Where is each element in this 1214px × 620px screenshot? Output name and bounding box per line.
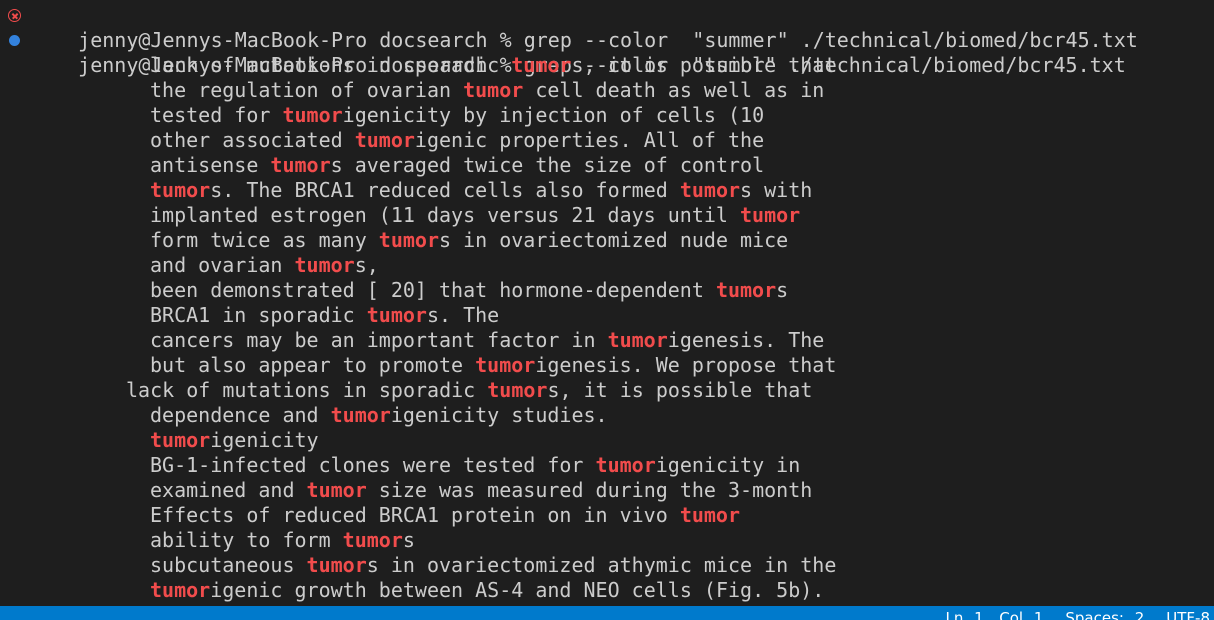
output-line: tumorigenic growth between AS-4 and NEO …: [0, 578, 1214, 603]
match-highlight: tumor: [342, 528, 403, 552]
output-line: lack of mutations in sporadic tumors, it…: [0, 53, 1214, 78]
output-text: BG-1-infected clones were tested for: [150, 453, 596, 477]
output-text: s with: [740, 178, 813, 202]
match-highlight: tumor: [511, 53, 572, 77]
output-line: BRCA1 in sporadic tumors. The: [0, 303, 1214, 328]
output-text: form twice as many: [150, 228, 379, 252]
output-line: form twice as many tumors in ovariectomi…: [0, 228, 1214, 253]
match-highlight: tumor: [294, 253, 355, 277]
match-highlight: tumor: [282, 103, 343, 127]
match-highlight: tumor: [715, 278, 777, 302]
output-line: implanted estrogen (11 days versus 21 da…: [0, 203, 1214, 228]
cursor-position[interactable]: Ln 1, Col 1: [946, 609, 1044, 620]
output-text: Effects of reduced BRCA1 protein on in v…: [150, 503, 680, 527]
output-line: Effects of reduced BRCA1 protein on in v…: [0, 503, 1214, 528]
output-line: tested for tumorigenicity by injection o…: [0, 103, 1214, 128]
output-text: other associated: [150, 128, 355, 152]
output-text: s. The: [426, 303, 500, 327]
output-text: igenesis. We propose that: [535, 353, 837, 377]
output-text: s averaged twice the size of control: [330, 153, 765, 177]
match-highlight: tumor: [679, 178, 741, 202]
command-line: jenny@Jennys-MacBook-Pro docsearch % gre…: [0, 3, 1214, 52]
output-text: s. The BRCA1 reduced cells also formed: [210, 178, 680, 202]
output-text: igenicity in: [655, 453, 801, 477]
match-highlight: tumor: [306, 553, 367, 577]
match-highlight: tumor: [740, 203, 801, 227]
output-text: BRCA1 in sporadic: [150, 303, 367, 327]
output-line: BG-1-infected clones were tested for tum…: [0, 453, 1214, 478]
indentation-setting[interactable]: Spaces: 2: [1065, 609, 1144, 620]
output-text: s: [402, 528, 415, 552]
output-text: s in ovariectomized nude mice: [439, 228, 789, 252]
output-line: tumors. The BRCA1 reduced cells also for…: [0, 178, 1214, 203]
match-highlight: tumor: [150, 428, 211, 452]
encoding[interactable]: UTF-8: [1166, 609, 1210, 620]
match-highlight: tumor: [463, 78, 524, 102]
match-highlight: tumor: [679, 503, 741, 527]
success-status-icon[interactable]: [9, 35, 20, 46]
output-text: igenic growth between AS-4 and NEO cells…: [210, 578, 825, 602]
match-highlight: tumor: [150, 578, 211, 602]
output-text: ability to form: [150, 528, 343, 552]
match-highlight: tumor: [475, 353, 536, 377]
output-line: dependence and tumorigenicity studies.: [0, 403, 1214, 428]
output-line: the regulation of ovarian tumor cell dea…: [0, 78, 1214, 103]
output-line: but also appear to promote tumorigenesis…: [0, 353, 1214, 378]
output-text: but also appear to promote: [150, 353, 476, 377]
output-text: dependence and: [150, 403, 331, 427]
match-highlight: tumor: [595, 453, 656, 477]
output-text: s: [776, 278, 789, 302]
match-highlight: tumor: [366, 303, 427, 327]
output-text: size was measured during the 3-month: [366, 478, 813, 502]
output-text: igenic properties. All of the: [414, 128, 765, 152]
output-line: cancers may be an important factor in tu…: [0, 328, 1214, 353]
output-text: igenicity studies.: [390, 403, 608, 427]
output-text: s,: [354, 253, 379, 277]
output-text: antisense: [150, 153, 271, 177]
output-text: igenicity: [210, 428, 319, 452]
match-highlight: tumor: [607, 328, 668, 352]
output-line: examined and tumor size was measured dur…: [0, 478, 1214, 503]
output-text: cancers may be an important factor in: [150, 328, 608, 352]
match-highlight: tumor: [487, 378, 548, 402]
output-text: been demonstrated [ 20] that hormone-dep…: [150, 278, 716, 302]
output-line: ability to form tumors: [0, 528, 1214, 553]
command-line: jenny@Jennys-MacBook-Pro docsearch % gre…: [0, 28, 1214, 77]
output-text: implanted estrogen (11 days versus 21 da…: [150, 203, 741, 227]
output-text: s, it is possible that: [547, 378, 813, 402]
output-text: lack of mutations in sporadic: [150, 53, 512, 77]
output-line: lack of mutations in sporadic tumors, it…: [0, 378, 1214, 403]
output-text: examined and: [150, 478, 307, 502]
output-text: the regulation of ovarian: [150, 78, 464, 102]
output-line: subcutaneous tumors in ovariectomized at…: [0, 553, 1214, 578]
error-status-icon[interactable]: [8, 9, 21, 22]
output-text: s, it is possible that: [571, 53, 837, 77]
output-text: subcutaneous: [150, 553, 307, 577]
match-highlight: tumor: [150, 178, 211, 202]
output-text: lack of mutations in sporadic: [126, 378, 488, 402]
output-line: antisense tumors averaged twice the size…: [0, 153, 1214, 178]
match-highlight: tumor: [306, 478, 367, 502]
output-text: igenicity by injection of cells (10: [342, 103, 765, 127]
output-text: s in ovariectomized athymic mice in the: [366, 553, 837, 577]
output-text: tested for: [150, 103, 283, 127]
output-line: and ovarian tumors,: [0, 253, 1214, 278]
match-highlight: tumor: [378, 228, 439, 252]
status-bar: Ln 1, Col 1 Spaces: 2 UTF-8: [0, 606, 1214, 620]
grep-output: lack of mutations in sporadic tumors, it…: [0, 53, 1214, 603]
output-text: cell death as well as in: [523, 78, 825, 102]
match-highlight: tumor: [330, 403, 391, 427]
terminal-panel[interactable]: jenny@Jennys-MacBook-Pro docsearch % gre…: [0, 3, 1214, 606]
output-line: tumorigenicity: [0, 428, 1214, 453]
output-text: and ovarian: [150, 253, 295, 277]
match-highlight: tumor: [354, 128, 415, 152]
output-line: been demonstrated [ 20] that hormone-dep…: [0, 278, 1214, 303]
output-text: igenesis. The: [667, 328, 825, 352]
output-line: other associated tumorigenic properties.…: [0, 128, 1214, 153]
match-highlight: tumor: [270, 153, 331, 177]
